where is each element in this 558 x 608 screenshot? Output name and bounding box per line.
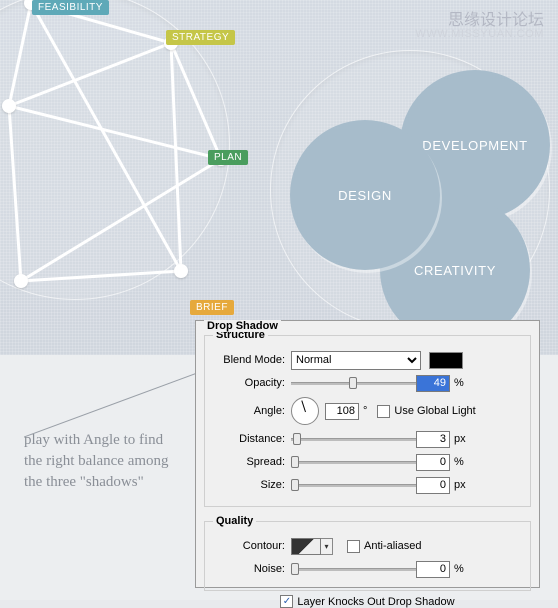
network-node: [2, 99, 16, 113]
contour-dropdown-icon[interactable]: ▾: [321, 538, 333, 555]
size-input[interactable]: [416, 477, 450, 494]
size-label: Size:: [213, 479, 285, 491]
quality-group: Quality Contour: ▾ Anti-aliased Noise: %: [204, 515, 531, 591]
angle-dial[interactable]: [291, 397, 319, 425]
opacity-unit: %: [454, 377, 464, 389]
venn-design: DESIGN: [290, 120, 440, 270]
structure-group: Structure Blend Mode: Normal Opacity: % …: [204, 329, 531, 507]
global-light-label: Use Global Light: [394, 405, 475, 417]
spread-input[interactable]: [416, 454, 450, 471]
antialiased-label: Anti-aliased: [364, 540, 421, 552]
contour-label: Contour:: [213, 540, 285, 552]
distance-label: Distance:: [213, 433, 285, 445]
distance-unit: px: [454, 433, 466, 445]
distance-slider[interactable]: [291, 436, 416, 442]
network-node: [14, 274, 28, 288]
distance-input[interactable]: [416, 431, 450, 448]
quality-legend: Quality: [213, 515, 256, 527]
spread-label: Spread:: [213, 456, 285, 468]
watermark-en: WWW.MISSYUAN.COM: [415, 28, 544, 40]
shadow-color-swatch[interactable]: [429, 352, 463, 369]
design-canvas-upper: 思缘设计论坛 WWW.MISSYUAN.COM DEVEL: [0, 0, 558, 355]
watermark-cn: 思缘设计论坛: [448, 6, 544, 30]
network-circle: [0, 0, 230, 300]
spread-slider[interactable]: [291, 459, 416, 465]
panel-title: Drop Shadow: [204, 320, 281, 332]
global-light-checkbox[interactable]: [377, 405, 390, 418]
noise-label: Noise:: [213, 563, 285, 575]
network-lines: [0, 0, 231, 301]
contour-swatch[interactable]: [291, 538, 321, 555]
tag-strategy: STRATEGY: [166, 30, 235, 45]
blend-mode-label: Blend Mode:: [213, 354, 285, 366]
blend-mode-select[interactable]: Normal: [291, 351, 421, 370]
annotation-text: play with Angle to find the right balanc…: [24, 430, 174, 493]
noise-slider[interactable]: [291, 566, 416, 572]
size-slider[interactable]: [291, 482, 416, 488]
drop-shadow-panel: Drop Shadow Structure Blend Mode: Normal…: [195, 320, 540, 588]
noise-input[interactable]: [416, 561, 450, 578]
opacity-slider[interactable]: [291, 380, 416, 386]
tag-feasibility: FEASIBILITY: [32, 0, 109, 15]
antialiased-checkbox[interactable]: [347, 540, 360, 553]
tag-plan: PLAN: [208, 150, 248, 165]
noise-unit: %: [454, 563, 464, 575]
tag-brief: BRIEF: [190, 300, 234, 315]
angle-unit: °: [363, 405, 367, 417]
network-node: [174, 264, 188, 278]
angle-label: Angle:: [213, 405, 285, 417]
spread-unit: %: [454, 456, 464, 468]
size-unit: px: [454, 479, 466, 491]
layer-knockout-checkbox[interactable]: [280, 595, 293, 608]
opacity-input[interactable]: [416, 375, 450, 392]
layer-knockout-label: Layer Knocks Out Drop Shadow: [297, 596, 454, 608]
opacity-label: Opacity:: [213, 377, 285, 389]
angle-input[interactable]: [325, 403, 359, 420]
